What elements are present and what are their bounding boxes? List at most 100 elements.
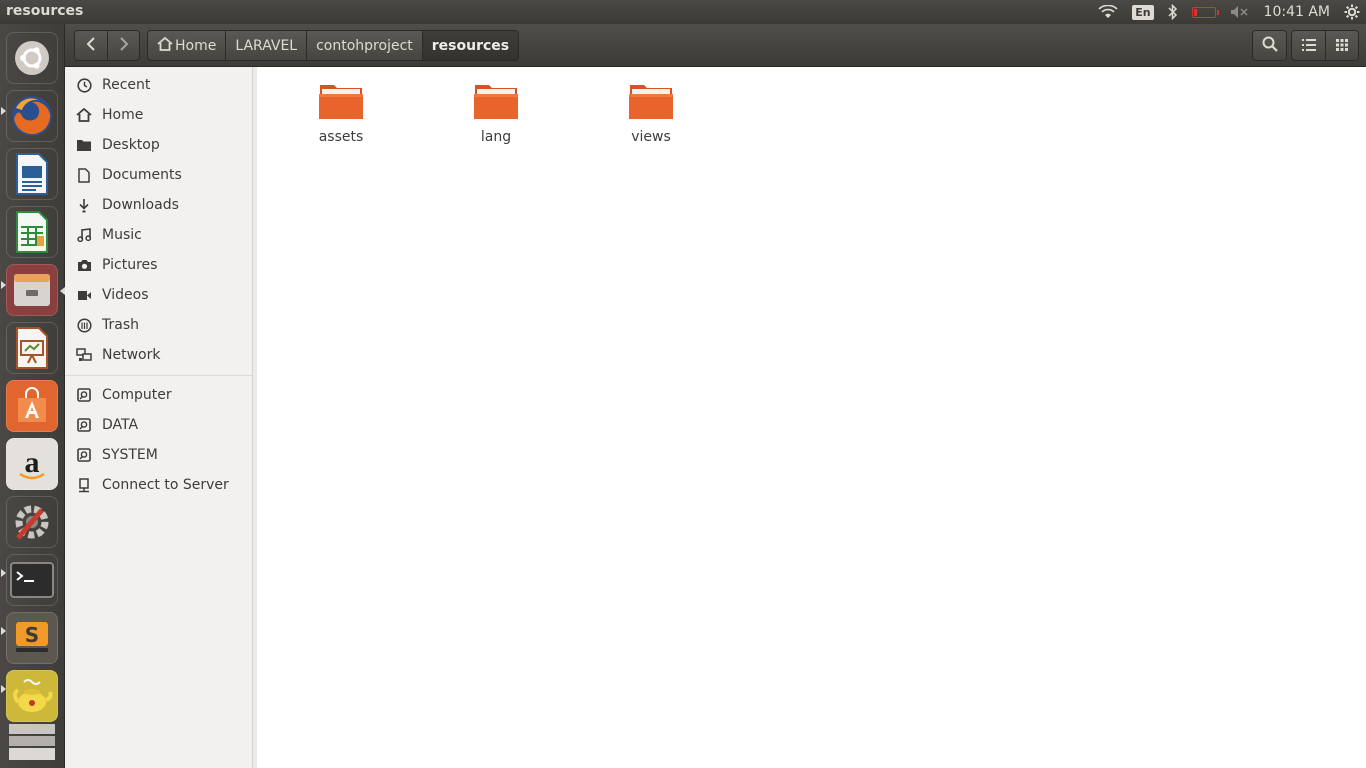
volume-muted-icon[interactable] <box>1230 5 1250 19</box>
history-nav <box>74 30 140 61</box>
chevron-right-icon <box>119 35 129 56</box>
workspace-switcher-icon[interactable] <box>6 722 58 762</box>
forward-button[interactable] <box>107 31 139 60</box>
trash-icon <box>76 317 92 333</box>
home-icon <box>76 107 92 123</box>
view-toggle-group <box>1291 30 1359 61</box>
folder-icon <box>318 81 364 121</box>
sidebar-item-label: Pictures <box>102 257 158 273</box>
firefox-icon[interactable] <box>6 90 58 142</box>
folder-lang[interactable]: lang <box>446 81 546 145</box>
keyboard-layout-indicator[interactable]: En <box>1132 4 1154 20</box>
sidebar-item-music[interactable]: Music <box>65 221 253 249</box>
wifi-icon[interactable] <box>1098 5 1118 19</box>
network-icon <box>76 347 92 363</box>
sidebar-item-label: Documents <box>102 167 182 183</box>
sublime-text-icon[interactable]: S <box>6 612 58 664</box>
download-icon <box>76 197 92 213</box>
file-view[interactable]: assets lang views <box>253 67 1366 768</box>
sidebar-item-label: DATA <box>102 417 139 433</box>
breadcrumb-home[interactable]: Home <box>148 31 226 60</box>
breadcrumb-laravel[interactable]: LARAVEL <box>225 31 307 60</box>
sidebar-item-pictures[interactable]: Pictures <box>65 251 253 279</box>
terminal-icon[interactable] <box>6 554 58 606</box>
apache-tomcat-icon[interactable] <box>6 670 58 722</box>
sidebar-item-label: Downloads <box>102 197 179 213</box>
battery-outline <box>1191 6 1219 18</box>
sidebar-item-label: Network <box>102 347 161 363</box>
amazon-icon[interactable]: a <box>6 438 58 490</box>
camera-icon <box>76 257 92 273</box>
libreoffice-calc-icon[interactable] <box>6 206 58 258</box>
indicator-area: En 10:41 AM <box>1098 0 1360 24</box>
home-icon <box>157 36 173 55</box>
list-view-icon <box>1301 36 1316 55</box>
breadcrumb-label: Home <box>175 37 217 54</box>
sidebar-item-label: Desktop <box>102 137 160 153</box>
sidebar-item-downloads[interactable]: Downloads <box>65 191 253 219</box>
sidebar-item-label: Home <box>102 107 144 123</box>
window-title: resources <box>6 3 84 19</box>
search-button[interactable] <box>1253 31 1286 60</box>
launcher: a S <box>0 24 65 768</box>
sidebar-item-trash[interactable]: Trash <box>65 311 253 339</box>
grid-view-button[interactable] <box>1325 31 1358 60</box>
bluetooth-icon[interactable] <box>1168 4 1178 20</box>
sidebar-item-label: SYSTEM <box>102 447 158 463</box>
svg-text:a: a <box>25 446 40 479</box>
grid-view-icon <box>1336 36 1348 55</box>
sidebar-item-documents[interactable]: Documents <box>65 161 253 189</box>
folder-label: views <box>631 129 671 145</box>
drive-icon <box>76 447 92 463</box>
drive-icon <box>76 417 92 433</box>
server-icon <box>76 477 92 493</box>
sidebar-item-desktop[interactable]: Desktop <box>65 131 253 159</box>
ubuntu-dash-icon[interactable] <box>6 32 58 84</box>
sidebar-item-videos[interactable]: Videos <box>65 281 253 309</box>
sidebar-item-recent[interactable]: Recent <box>65 71 253 99</box>
breadcrumb-resources[interactable]: resources <box>421 31 519 60</box>
system-settings-icon[interactable] <box>6 496 58 548</box>
video-icon <box>76 287 92 303</box>
sidebar-item-connect-to-server[interactable]: Connect to Server <box>65 471 253 499</box>
window-toolbar: Home LARAVEL contohproject resources <box>65 24 1366 67</box>
list-view-button[interactable] <box>1292 31 1325 60</box>
search-group <box>1252 30 1287 61</box>
sidebar: Recent Home Desktop Documents Downloads … <box>65 67 253 768</box>
breadcrumb: Home LARAVEL contohproject resources <box>147 30 520 61</box>
sidebar-item-label: Recent <box>102 77 151 93</box>
document-icon <box>76 167 92 183</box>
sidebar-item-system[interactable]: SYSTEM <box>65 441 253 469</box>
breadcrumb-contohproject[interactable]: contohproject <box>306 31 422 60</box>
gear-icon[interactable] <box>1344 4 1360 20</box>
drive-icon <box>76 387 92 403</box>
sidebar-item-label: Music <box>102 227 142 243</box>
sidebar-item-computer[interactable]: Computer <box>65 381 253 409</box>
folder-icon <box>628 81 674 121</box>
folder-label: lang <box>480 129 512 145</box>
search-icon <box>1262 36 1278 56</box>
back-button[interactable] <box>75 31 107 60</box>
desktop-folder-icon <box>76 137 92 153</box>
battery-level <box>1193 8 1197 16</box>
sidebar-item-data[interactable]: DATA <box>65 411 253 439</box>
sidebar-item-label: Computer <box>102 387 172 403</box>
sidebar-item-label: Connect to Server <box>102 477 229 493</box>
folder-icon <box>473 81 519 121</box>
libreoffice-impress-icon[interactable] <box>6 322 58 374</box>
ubuntu-software-center-icon[interactable] <box>6 380 58 432</box>
libreoffice-writer-icon[interactable] <box>6 148 58 200</box>
top-panel: resources En 10:41 AM <box>0 0 1366 24</box>
files-icon[interactable] <box>6 264 58 316</box>
chevron-left-icon <box>86 35 96 56</box>
sidebar-item-label: Trash <box>102 317 139 333</box>
sidebar-item-home[interactable]: Home <box>65 101 253 129</box>
folder-views[interactable]: views <box>601 81 701 145</box>
clock-icon <box>76 77 92 93</box>
battery-icon[interactable] <box>1191 6 1219 18</box>
sidebar-item-network[interactable]: Network <box>65 341 253 369</box>
clock[interactable]: 10:41 AM <box>1264 4 1330 20</box>
folder-assets[interactable]: assets <box>291 81 391 145</box>
svg-text:S: S <box>25 623 39 647</box>
music-note-icon <box>76 227 92 243</box>
